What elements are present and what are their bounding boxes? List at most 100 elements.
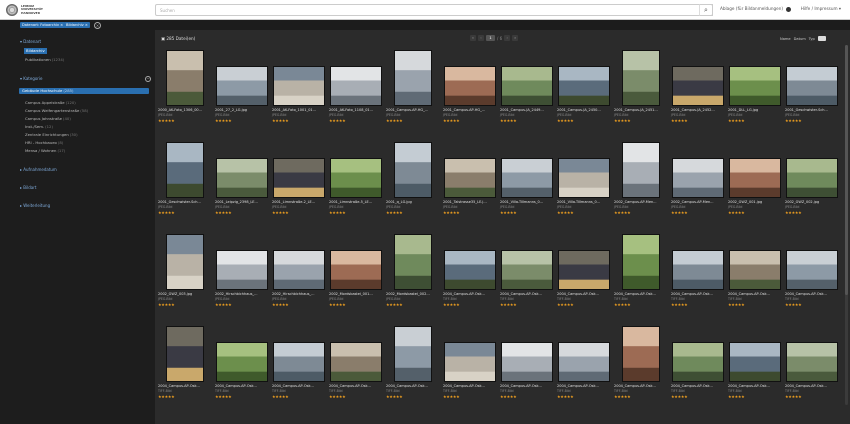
rating-stars[interactable]: ★★★★★ <box>557 302 574 307</box>
image-thumbnail[interactable] <box>729 158 781 198</box>
facet-kategorie-item[interactable]: Inst./Sem.(12) <box>25 124 53 129</box>
image-card[interactable]: 2002_Hirschbichhaus_... JPEG-Bild ★★★★★ <box>215 230 269 320</box>
facet-aufnahmedatum-header[interactable]: ▸ Aufnahmedatum <box>20 167 57 172</box>
image-filename[interactable]: 2001_Campus-JA_2449... <box>500 108 554 112</box>
rating-stars[interactable]: ★★★★★ <box>614 302 631 307</box>
facet-kategorie-item[interactable]: Campus Jahnstraße(40) <box>25 116 71 121</box>
rating-stars[interactable]: ★★★★★ <box>500 118 517 123</box>
rating-stars[interactable]: ★★★★★ <box>386 118 403 123</box>
image-thumbnail[interactable] <box>273 250 325 290</box>
image-filename[interactable]: 2001_Talstrasse35_LE.j... <box>443 200 497 204</box>
image-card[interactable]: 2004_Campus-AP-Osk... TIFF-Bild ★★★★★ <box>272 322 326 412</box>
filter-chip-datenart[interactable]: Datenart: Fotoarchiv × <box>20 22 66 28</box>
image-thumbnail[interactable] <box>786 250 838 290</box>
scrollbar[interactable] <box>845 45 848 405</box>
image-thumbnail[interactable] <box>501 158 553 198</box>
last-page-icon[interactable]: » <box>512 35 519 41</box>
image-filename[interactable]: 2002_Hirschbichhaus_... <box>272 292 326 296</box>
image-filename[interactable]: 2004_Campus-AP-Osk... <box>500 384 554 388</box>
image-thumbnail[interactable] <box>501 66 553 106</box>
rating-stars[interactable]: ★★★★★ <box>158 394 175 399</box>
rating-stars[interactable]: ★★★★★ <box>158 302 175 307</box>
image-card[interactable]: 2004_Campus-AP-Osk... TIFF-Bild ★★★★★ <box>728 322 782 412</box>
facet-datenart-publikationen[interactable]: Publikationen(1234) <box>25 57 64 62</box>
image-thumbnail[interactable] <box>444 66 496 106</box>
rating-stars[interactable]: ★★★★★ <box>728 302 745 307</box>
image-thumbnail[interactable] <box>622 234 660 290</box>
image-filename[interactable]: 2001_Villa-Tillmanns_0... <box>557 200 611 204</box>
facet-kategorie-item[interactable]: Zentrale Einrichtungen(30) <box>25 132 78 137</box>
image-filename[interactable]: 2001_AK-Foto_1001_01... <box>272 108 326 112</box>
image-card[interactable]: 2004_Campus-AP-Osk... TIFF-Bild ★★★★★ <box>671 230 725 320</box>
image-filename[interactable]: 2001_Campus-JA_2452... <box>671 108 725 112</box>
image-filename[interactable]: 2001_Geschwister-Sch... <box>785 108 839 112</box>
rating-stars[interactable]: ★★★★★ <box>215 394 232 399</box>
image-filename[interactable]: 2004_Campus-AP-Osk... <box>671 292 725 296</box>
image-card[interactable]: 2004_Campus-AP-Osk... TIFF-Bild ★★★★★ <box>728 230 782 320</box>
image-filename[interactable]: 2001_q_LG.jpg <box>386 200 440 204</box>
image-thumbnail[interactable] <box>786 342 838 382</box>
image-card[interactable]: 2002_GWZ_002.jpg JPEG-Bild ★★★★★ <box>785 138 839 228</box>
search-input[interactable]: Suchen ⌕ <box>155 4 713 16</box>
image-filename[interactable]: 2002_GWZ_003.jpg <box>158 292 212 296</box>
image-card[interactable]: 2002_Mordsbastei_002... JPEG-Bild ★★★★★ <box>386 230 440 320</box>
rating-stars[interactable]: ★★★★★ <box>329 210 346 215</box>
image-filename[interactable]: 2000_AK-Foto_1306_00... <box>158 108 212 112</box>
image-filename[interactable]: 2004_Campus-AP-Osk... <box>386 384 440 388</box>
image-card[interactable]: 2001_Villa-Tillmanns_0... JPEG-Bild ★★★★★ <box>557 138 611 228</box>
next-page-icon[interactable]: › <box>504 35 511 41</box>
image-card[interactable]: 2001_Limnstraße-5_LE... JPEG-Bild ★★★★★ <box>329 138 383 228</box>
image-filename[interactable]: 2001_Limnstraße-2_LE... <box>272 200 326 204</box>
image-filename[interactable]: 2004_Campus-AP-Osk... <box>500 292 554 296</box>
image-card[interactable]: 2001_Villa-Tillmanns_0... JPEG-Bild ★★★★★ <box>500 138 554 228</box>
image-filename[interactable]: 2004_Campus-AP-Osk... <box>728 292 782 296</box>
help-menu[interactable]: Hilfe / Impressum ▾ <box>801 6 841 11</box>
rating-stars[interactable]: ★★★★★ <box>329 394 346 399</box>
image-card[interactable]: 2002_Campus-AP-Men... JPEG-Bild ★★★★★ <box>614 138 668 228</box>
image-card[interactable]: 2004_Campus-AP-Osk... TIFF-Bild ★★★★★ <box>329 322 383 412</box>
sort-typ[interactable]: Typ <box>809 37 815 41</box>
image-card[interactable]: 2002_GWZ_001.jpg JPEG-Bild ★★★★★ <box>728 138 782 228</box>
image-filename[interactable]: 2002_GWZ_002.jpg <box>785 200 839 204</box>
image-filename[interactable]: 2002_Mordsbastei_002... <box>386 292 440 296</box>
image-thumbnail[interactable] <box>672 250 724 290</box>
image-thumbnail[interactable] <box>501 250 553 290</box>
image-filename[interactable]: 2001_Campus-AP-HG_... <box>386 108 440 112</box>
rating-stars[interactable]: ★★★★★ <box>500 210 517 215</box>
image-card[interactable]: 2001_AK-Foto_1001_01... JPEG-Bild ★★★★★ <box>272 46 326 136</box>
page-number-input[interactable]: 1 <box>486 35 495 41</box>
image-thumbnail[interactable] <box>166 234 204 290</box>
rating-stars[interactable]: ★★★★★ <box>557 118 574 123</box>
image-card[interactable]: 2001_Talstrasse35_LE.j... JPEG-Bild ★★★★★ <box>443 138 497 228</box>
rating-stars[interactable]: ★★★★★ <box>500 302 517 307</box>
rating-stars[interactable]: ★★★★★ <box>158 210 175 215</box>
rating-stars[interactable]: ★★★★★ <box>785 302 802 307</box>
rating-stars[interactable]: ★★★★★ <box>728 118 745 123</box>
image-thumbnail[interactable] <box>786 158 838 198</box>
image-card[interactable]: 2004_Campus-AP-Osk... TIFF-Bild ★★★★★ <box>386 322 440 412</box>
image-filename[interactable]: 2004_Campus-AP-Osk... <box>329 384 383 388</box>
prev-page-icon[interactable]: ‹ <box>478 35 484 41</box>
image-thumbnail[interactable] <box>729 250 781 290</box>
rating-stars[interactable]: ★★★★★ <box>272 118 289 123</box>
rating-stars[interactable]: ★★★★★ <box>329 118 346 123</box>
image-thumbnail[interactable] <box>394 50 432 106</box>
image-thumbnail[interactable] <box>622 50 660 106</box>
image-card[interactable]: 2001_Geschwister-Sch... JPEG-Bild ★★★★★ <box>158 138 212 228</box>
image-card[interactable]: 2001_Campus-AP-HG_... JPEG-Bild ★★★★★ <box>386 46 440 136</box>
image-thumbnail[interactable] <box>558 158 610 198</box>
image-thumbnail[interactable] <box>166 50 204 106</box>
image-thumbnail[interactable] <box>729 342 781 382</box>
image-filename[interactable]: 2002_Mordsbastei_001... <box>329 292 383 296</box>
image-card[interactable]: 2004_Campus-AP-Osk... TIFF-Bild ★★★★★ <box>557 230 611 320</box>
image-card[interactable]: 2004_Campus-AP-Osk... TIFF-Bild ★★★★★ <box>785 230 839 320</box>
rating-stars[interactable]: ★★★★★ <box>557 394 574 399</box>
rating-stars[interactable]: ★★★★★ <box>785 210 802 215</box>
rating-stars[interactable]: ★★★★★ <box>386 210 403 215</box>
rating-stars[interactable]: ★★★★★ <box>671 118 688 123</box>
image-filename[interactable]: 2002_Hirschbichhaus_... <box>215 292 269 296</box>
rating-stars[interactable]: ★★★★★ <box>272 302 289 307</box>
collapse-icon[interactable]: − <box>145 76 151 82</box>
rating-stars[interactable]: ★★★★★ <box>329 302 346 307</box>
scrollbar-thumb[interactable] <box>845 45 848 295</box>
